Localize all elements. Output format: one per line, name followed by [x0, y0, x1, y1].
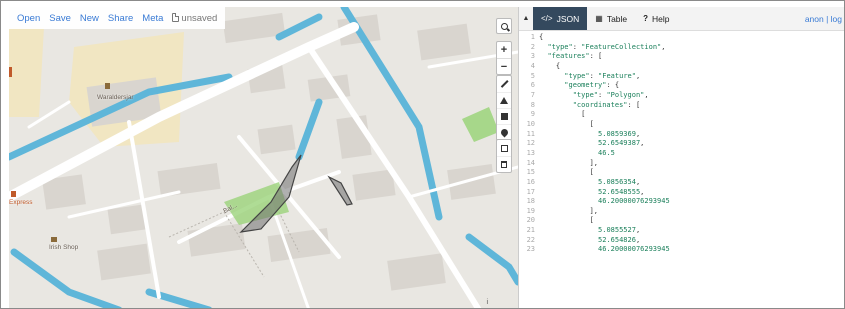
code-line: 5.0855527,: [598, 226, 641, 235]
tab-help[interactable]: ? Help: [635, 7, 677, 30]
user-login-link[interactable]: anon | log: [805, 7, 844, 30]
code-line: [: [539, 168, 594, 177]
polygon-icon: [500, 97, 508, 104]
line-icon: [500, 80, 508, 88]
marker-icon: [499, 127, 509, 138]
line-number: 1: [530, 33, 535, 41]
draw-line-button[interactable]: [497, 76, 511, 92]
line-number: 6: [530, 81, 535, 90]
code-line: "type": "Feature",: [564, 71, 641, 80]
collapse-caret-icon[interactable]: ▲: [519, 7, 533, 30]
pane-tabs: ▲ </> JSON ▦ Table ? Help anon | log: [519, 7, 844, 31]
table-icon: ▦: [595, 14, 603, 23]
map-view[interactable]: Waraldersjar Irish Shop Express Bal... O…: [9, 7, 518, 308]
code-icon: </>: [541, 14, 553, 23]
line-number: 5: [530, 71, 535, 80]
map-label-shop: Irish Shop: [49, 244, 79, 251]
code-line: [: [539, 119, 594, 128]
trash-icon: [501, 161, 507, 168]
delete-layers-button[interactable]: [497, 156, 511, 172]
tab-help-label: Help: [652, 13, 670, 24]
map-toolbar: Open Save New Share Meta unsaved: [9, 7, 226, 29]
meta-button[interactable]: Meta: [142, 13, 163, 24]
open-button[interactable]: Open: [17, 13, 40, 24]
code-line: "features": [: [547, 52, 603, 61]
line-number: 12: [526, 139, 535, 148]
unsaved-label: unsaved: [181, 12, 218, 24]
line-number: 20: [526, 216, 535, 225]
code-line: "type": "Polygon",: [572, 90, 649, 99]
line-number: 13: [526, 148, 535, 157]
zoom-control: + −: [496, 41, 512, 75]
code-line: 5.0859369,: [598, 129, 641, 138]
code-line: ],: [539, 158, 599, 167]
tab-json-label: JSON: [556, 13, 580, 24]
code-line: "type": "FeatureCollection",: [547, 42, 666, 51]
line-number: 10: [526, 119, 535, 128]
line-number: 8: [530, 100, 535, 109]
line-number-gutter: 1 2 3 4 5 6 7 8 9 10 11 12 13 14 15 16 17 18 19 20 21 22 23: [519, 33, 539, 255]
json-code[interactable]: { "type": "FeatureCollection", "features…: [539, 33, 670, 255]
code-line: "geometry": {: [564, 81, 620, 90]
code-line: 5.0856354,: [598, 177, 641, 186]
draw-polygon-button[interactable]: [497, 92, 511, 108]
editor-pane: ▲ </> JSON ▦ Table ? Help anon | log 123…: [518, 7, 844, 308]
map-label-express: Express: [9, 199, 33, 206]
line-number: 21: [526, 226, 535, 235]
line-number: 7: [530, 90, 535, 99]
line-number: 18: [526, 197, 535, 206]
zoom-in-button[interactable]: +: [497, 42, 511, 58]
code-line: [: [539, 216, 594, 225]
draw-rectangle-button[interactable]: [497, 108, 511, 124]
line-number: 17: [526, 187, 535, 196]
map-label-park: Waraldersjar: [97, 94, 134, 101]
code-line: 52.6548555,: [598, 187, 645, 196]
line-number: 22: [526, 235, 535, 244]
draw-marker-button[interactable]: [497, 124, 511, 140]
line-number: 3: [530, 52, 535, 61]
line-number: 11: [526, 129, 535, 138]
new-button[interactable]: New: [80, 13, 99, 24]
share-button[interactable]: Share: [108, 13, 133, 24]
json-editor[interactable]: 1 2 3 4 5 6 7 8 9 10 11 12 13 14 15 16 17 18 19 20 21 22 23 { …: [519, 31, 844, 308]
file-icon: [172, 12, 180, 22]
edit-layers-button[interactable]: [497, 140, 511, 156]
map-attribution[interactable]: i: [486, 299, 488, 306]
line-number: 14: [526, 158, 535, 167]
line-number: 16: [526, 177, 535, 186]
code-line: 46.5: [598, 148, 615, 157]
help-icon: ?: [643, 14, 649, 23]
line-number: 23: [526, 245, 535, 254]
app-frame: Waraldersjar Irish Shop Express Bal... O…: [0, 0, 845, 309]
rectangle-icon: [500, 113, 508, 120]
zoom-out-button[interactable]: −: [497, 58, 511, 74]
tab-table[interactable]: ▦ Table: [587, 7, 635, 30]
save-button[interactable]: Save: [49, 13, 71, 24]
code-line: "coordinates": [: [572, 100, 641, 109]
code-line: 46.20000076293945: [598, 245, 670, 254]
line-number: 19: [526, 206, 535, 215]
line-number: 15: [526, 168, 535, 177]
line-number: 2: [530, 42, 535, 51]
code-line: {: [539, 33, 544, 41]
draw-toolbar: [496, 75, 512, 141]
map-canvas: [9, 7, 518, 308]
code-line: {: [539, 61, 561, 70]
edit-icon: [500, 144, 508, 152]
search-icon: [500, 22, 508, 30]
map-search-button[interactable]: [496, 18, 512, 34]
code-line: 52.654826,: [598, 235, 641, 244]
unsaved-indicator: unsaved: [172, 12, 218, 24]
code-line: [: [539, 110, 586, 119]
tab-json[interactable]: </> JSON: [533, 7, 588, 30]
code-line: ],: [539, 206, 599, 215]
code-line: 46.20000076293945: [598, 197, 670, 206]
code-line: 52.6549387,: [598, 139, 645, 148]
tab-table-label: Table: [606, 13, 628, 24]
line-number: 4: [530, 61, 535, 70]
line-number: 9: [530, 110, 535, 119]
edit-toolbar: [496, 139, 512, 173]
